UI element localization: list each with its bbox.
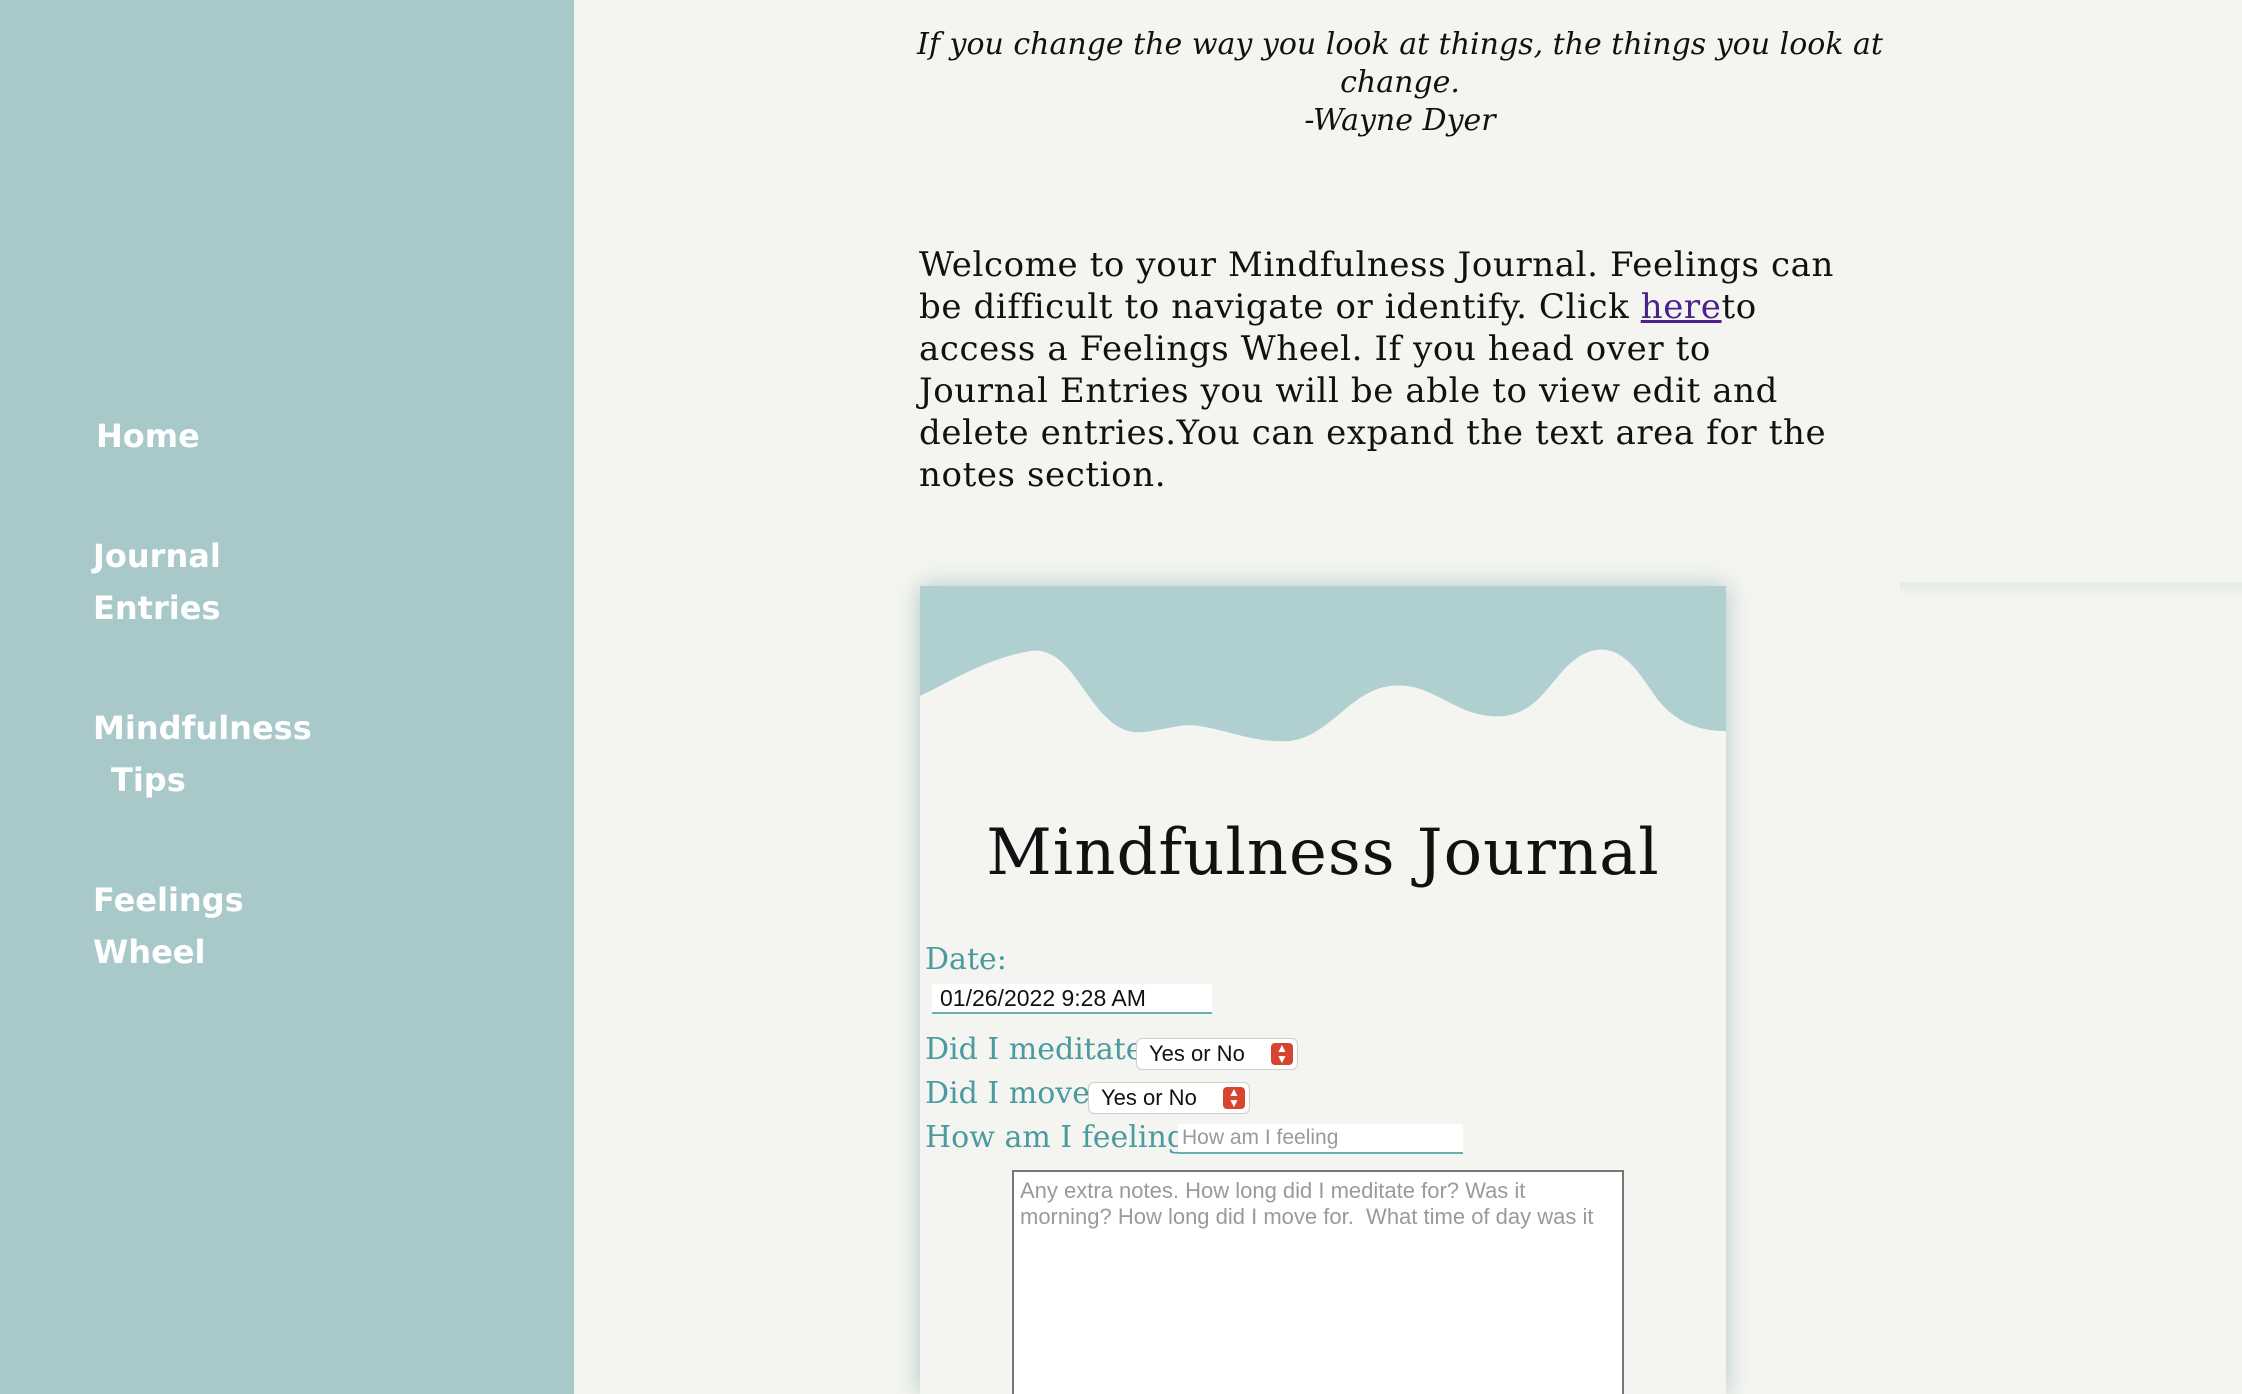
meditate-select-value: Yes or No: [1149, 1041, 1245, 1066]
nav-journal-label-line2: Entries: [93, 589, 221, 627]
quote-line2: change.: [1340, 65, 1460, 100]
nav-tips-label-line1: Mindfulness: [93, 709, 312, 747]
feeling-field[interactable]: [1178, 1124, 1463, 1154]
nav-wheel-label-line1: Feelings: [93, 881, 244, 919]
chevron-up-down-icon: ▲ ▼: [1271, 1042, 1293, 1065]
nav-wheel-label-line2: Wheel: [93, 933, 206, 971]
meditate-label: Did I meditate:: [925, 1032, 1154, 1067]
wave-header-decoration: [920, 586, 1726, 742]
nav-tips-label-line2: Tips: [111, 761, 186, 799]
move-select[interactable]: Yes or No ▲ ▼: [1088, 1082, 1250, 1114]
nav-journal-entries[interactable]: Journal Entries: [93, 530, 221, 634]
move-label: Did I move:: [925, 1076, 1101, 1111]
quote-line1: If you change the way you look at things…: [917, 27, 1883, 62]
quote: If you change the way you look at things…: [900, 26, 1900, 140]
nav-home[interactable]: Home: [96, 410, 200, 462]
chevron-up-down-icon: ▲ ▼: [1223, 1086, 1245, 1109]
welcome-text: Welcome to your Mindfulness Journal. Fee…: [919, 244, 1839, 496]
date-field[interactable]: [932, 984, 1212, 1014]
feeling-label: How am I feeling :: [925, 1120, 1206, 1155]
journal-title: Mindfulness Journal: [986, 816, 1660, 890]
nav-feelings-wheel[interactable]: Feelings Wheel: [93, 874, 244, 978]
journal-form-card: Mindfulness Journal Date: Did I meditate…: [920, 586, 1726, 1394]
decorative-shadow: [1900, 582, 2242, 598]
notes-textarea[interactable]: [1012, 1170, 1624, 1394]
quote-author: -Wayne Dyer: [1304, 103, 1496, 138]
nav-journal-label-line1: Journal: [93, 537, 221, 575]
move-select-value: Yes or No: [1101, 1085, 1197, 1110]
sidebar: Home Journal Entries Mindfulness Tips Fe…: [0, 0, 574, 1394]
nav-mindfulness-tips[interactable]: Mindfulness Tips: [93, 702, 312, 806]
feelings-wheel-link[interactable]: here: [1641, 287, 1722, 327]
meditate-select[interactable]: Yes or No ▲ ▼: [1136, 1038, 1298, 1070]
date-label: Date:: [925, 942, 1007, 977]
nav-home-label: Home: [96, 417, 200, 455]
